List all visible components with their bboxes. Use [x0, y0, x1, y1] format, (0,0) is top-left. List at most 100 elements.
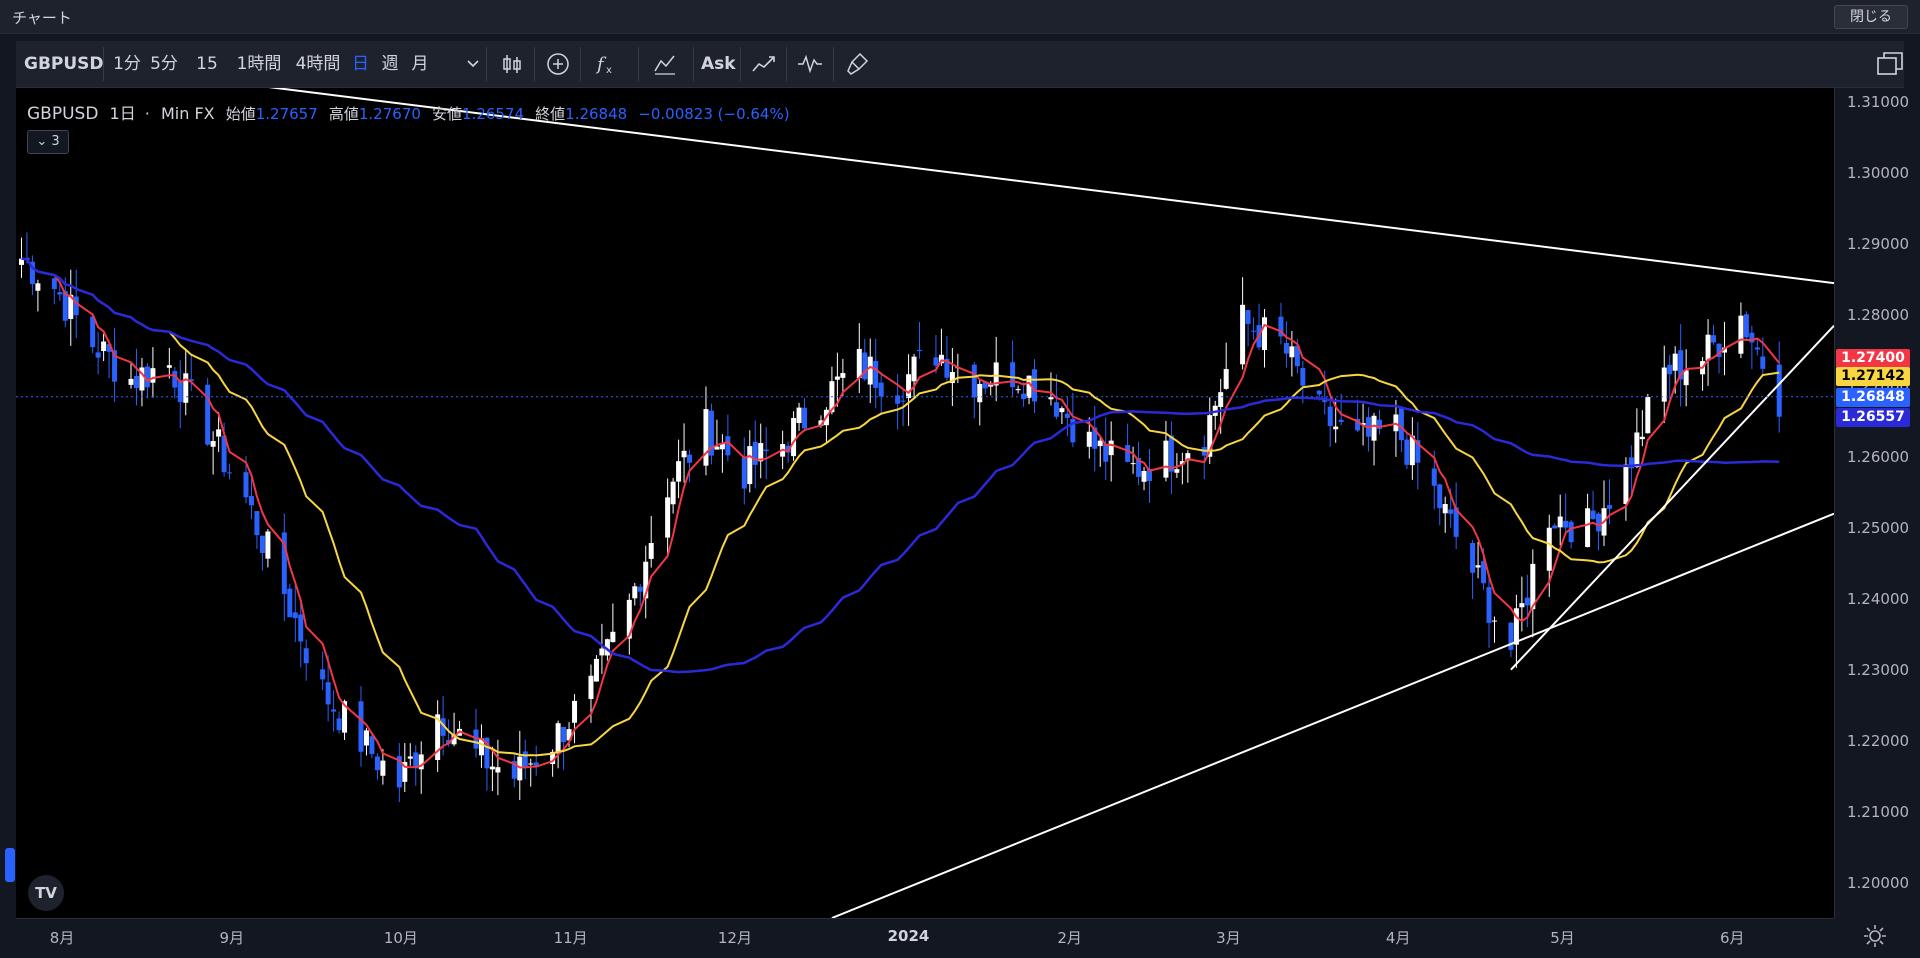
time-tick: 5月 — [1550, 929, 1575, 947]
candle-body — [1240, 304, 1246, 365]
candle-body — [993, 362, 999, 386]
candle-body — [763, 449, 769, 452]
candle-body — [522, 751, 528, 769]
candle-body — [1743, 314, 1749, 338]
chart-toolbar: GBPUSD 1分 5分 15分 1時間 4時間 日 週 月 fx Ask — [16, 41, 1904, 120]
candle-body — [227, 472, 233, 474]
bar-chart-icon[interactable] — [499, 51, 525, 77]
candle-body — [1634, 432, 1640, 468]
candle-body — [687, 454, 693, 463]
price-tick: 1.21000 — [1847, 802, 1910, 821]
candle-body — [1218, 392, 1224, 408]
candle-body — [1711, 335, 1717, 343]
price-tick: 1.29000 — [1847, 235, 1910, 254]
chart-legend: GBPUSD 1日 · Min FX 始値1.27657 高値1.27670 安… — [27, 104, 790, 124]
candle-body — [1371, 415, 1377, 441]
candle-body — [714, 446, 720, 450]
legend-source: Min FX — [160, 104, 215, 123]
candle-body — [1606, 505, 1612, 509]
legend-low-label: 安値 — [432, 105, 463, 123]
candle-body — [1738, 315, 1744, 354]
legend-collapse-button[interactable]: ⌄ 3 — [27, 130, 69, 154]
candle-body — [971, 364, 977, 398]
candle-body — [1404, 439, 1410, 465]
symbol-button[interactable]: GBPUSD — [24, 41, 104, 87]
candle-body — [325, 682, 331, 705]
price-label: 1.27400 — [1836, 348, 1910, 368]
side-panel-toggle[interactable] — [5, 848, 15, 882]
interval-1m[interactable]: 1分 — [112, 41, 142, 87]
ma-mid-line — [21, 257, 1780, 757]
candle-body — [298, 614, 304, 642]
candle-body — [632, 586, 638, 599]
legend-low-value: 1.26574 — [462, 105, 525, 123]
candle-body — [1168, 435, 1174, 472]
ask-button[interactable]: Ask — [701, 41, 736, 87]
chevron-down-icon[interactable] — [466, 57, 480, 71]
time-axis[interactable]: 8月 9月 10月 11月 12月 2024 2月 3月 4月 5月 6月 — [16, 918, 1834, 957]
candle-body — [243, 472, 249, 498]
candle-body — [133, 375, 139, 389]
interval-month[interactable]: 月 — [410, 41, 430, 87]
candle-body — [873, 361, 879, 388]
candle-body — [1491, 620, 1497, 622]
candle-body — [1470, 542, 1476, 573]
candle-body — [1705, 334, 1711, 361]
price-tick: 1.20000 — [1847, 873, 1910, 892]
interval-4h[interactable]: 4時間 — [294, 41, 342, 87]
candle-body — [1596, 513, 1602, 532]
candle-body — [183, 373, 189, 403]
candle-body — [593, 658, 599, 682]
candle-body — [495, 767, 501, 773]
candle-body — [363, 730, 369, 746]
candle-body — [1590, 510, 1596, 520]
candle-body — [1289, 346, 1295, 358]
interval-week[interactable]: 週 — [380, 41, 400, 87]
candle-body — [73, 296, 79, 316]
line-chart-icon[interactable] — [751, 51, 777, 77]
close-button[interactable]: 閉じる — [1834, 5, 1908, 29]
candle-body — [1059, 408, 1065, 413]
candle-body — [1546, 527, 1552, 571]
candle-body — [205, 384, 211, 445]
interval-1h[interactable]: 1時間 — [235, 41, 283, 87]
price-tick: 1.23000 — [1847, 660, 1910, 679]
price-tick: 1.26000 — [1847, 447, 1910, 466]
candle-body — [588, 675, 594, 700]
time-tick: 2024 — [887, 927, 930, 945]
paintbrush-icon[interactable] — [845, 51, 871, 77]
time-tick: 2月 — [1057, 929, 1082, 947]
candle-body — [856, 348, 862, 379]
indicator-fx-icon[interactable]: fx — [593, 51, 619, 77]
price-axis[interactable]: 1.31000 1.30000 1.29000 1.28000 1.27000 1.260… — [1834, 88, 1917, 918]
candle-body — [555, 723, 561, 754]
candle-body — [172, 371, 178, 388]
candle-body — [1475, 565, 1481, 568]
candle-body — [752, 441, 758, 465]
price-tick: 1.25000 — [1847, 518, 1910, 537]
candle-body — [287, 588, 293, 618]
time-tick: 10月 — [383, 929, 418, 947]
candle-body — [1086, 431, 1092, 447]
candle-body — [1223, 369, 1229, 389]
layout-icon[interactable] — [1874, 48, 1908, 82]
candle-body — [1431, 468, 1437, 486]
candle-body — [528, 763, 534, 765]
candle-body — [95, 352, 101, 358]
interval-15m[interactable]: 15分 — [188, 41, 226, 120]
oscillator-icon[interactable] — [797, 51, 823, 77]
legend-interval: 1日 — [109, 104, 136, 123]
candle-body — [933, 357, 939, 366]
candle-body — [1316, 390, 1322, 395]
legend-open-value: 1.27657 — [255, 105, 318, 123]
compare-icon[interactable] — [652, 51, 678, 77]
interval-5m[interactable]: 5分 — [149, 41, 179, 87]
candle-body — [1486, 587, 1492, 623]
chart-canvas[interactable] — [16, 88, 1834, 918]
candle-body — [610, 631, 616, 643]
interval-day[interactable]: 日 — [352, 41, 369, 87]
plus-circle-icon[interactable] — [545, 51, 571, 77]
candle-body — [878, 382, 884, 397]
candle-body — [681, 450, 687, 458]
settings-gear-icon[interactable] — [1862, 923, 1888, 949]
